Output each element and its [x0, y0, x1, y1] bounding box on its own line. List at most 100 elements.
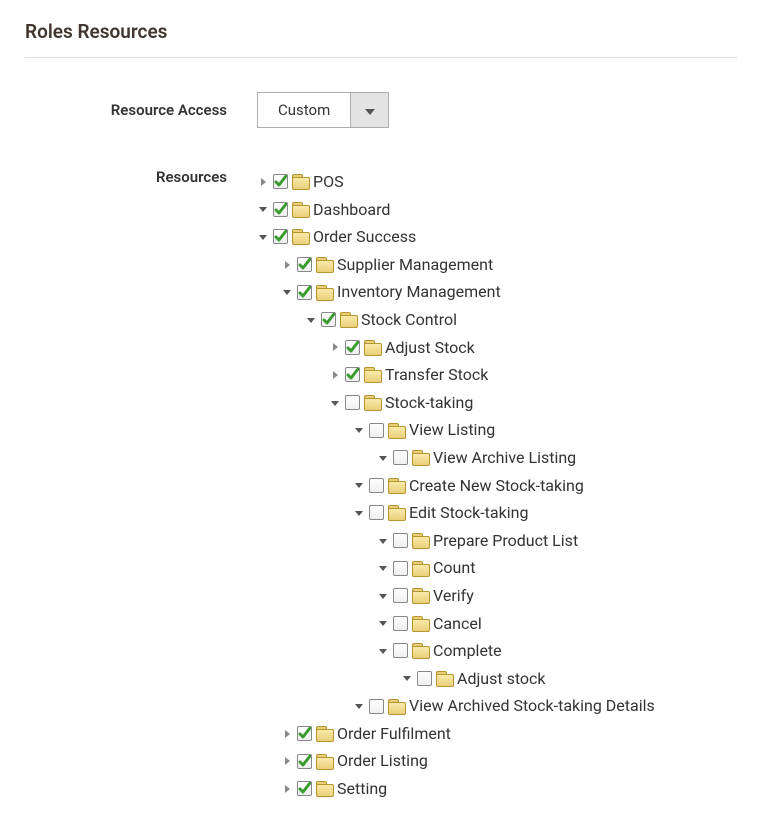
checkbox-prepare-product-list[interactable] [393, 533, 408, 548]
expand-icon[interactable] [281, 755, 293, 767]
checkbox-edit-stocktaking[interactable] [369, 505, 384, 520]
checkbox-verify[interactable] [393, 588, 408, 603]
tree-node-setting: Setting [281, 775, 655, 803]
checkbox-adjust-stock[interactable] [345, 340, 360, 355]
expand-icon[interactable] [329, 369, 341, 381]
folder-icon [316, 257, 333, 272]
checkbox-view-archived-details[interactable] [369, 699, 384, 714]
resource-access-select[interactable]: Custom [257, 92, 389, 128]
collapse-icon[interactable] [353, 424, 365, 436]
collapse-icon[interactable] [377, 535, 389, 547]
tree-node-view-listing: View ListingView Archive Listing [353, 416, 655, 471]
checkbox-stock-control[interactable] [321, 312, 336, 327]
tree-label-cancel[interactable]: Cancel [433, 611, 482, 637]
collapse-icon[interactable] [377, 562, 389, 574]
tree-label-view-listing[interactable]: View Listing [409, 417, 495, 443]
checkbox-dashboard[interactable] [273, 202, 288, 217]
tree-label-transfer-stock[interactable]: Transfer Stock [385, 362, 488, 388]
tree-label-view-archived-details[interactable]: View Archived Stock-taking Details [409, 693, 655, 719]
tree-node-supplier-mgmt: Supplier Management [281, 251, 655, 279]
collapse-icon[interactable] [257, 231, 269, 243]
folder-icon [316, 726, 333, 741]
tree-node-order-success: Order SuccessSupplier ManagementInventor… [257, 223, 655, 802]
checkbox-inventory-mgmt[interactable] [297, 285, 312, 300]
expand-icon[interactable] [281, 728, 293, 740]
folder-icon [412, 533, 429, 548]
tree-label-inventory-mgmt[interactable]: Inventory Management [337, 279, 501, 305]
checkbox-view-listing[interactable] [369, 423, 384, 438]
tree-node-adjust-stock-2: Adjust stock [401, 665, 655, 693]
tree-label-supplier-mgmt[interactable]: Supplier Management [337, 252, 493, 278]
folder-icon [436, 671, 453, 686]
tree-node-cancel: Cancel [377, 610, 655, 638]
collapse-icon[interactable] [353, 479, 365, 491]
checkbox-order-listing[interactable] [297, 754, 312, 769]
collapse-icon[interactable] [329, 397, 341, 409]
tree-node-stock-control: Stock ControlAdjust StockTransfer StockS… [305, 306, 655, 720]
tree-row-stock-taking: Stock-taking [329, 389, 655, 417]
tree-row-inventory-mgmt: Inventory Management [281, 278, 655, 306]
checkbox-count[interactable] [393, 561, 408, 576]
tree-row-transfer-stock: Transfer Stock [329, 361, 655, 389]
folder-icon [412, 561, 429, 576]
tree-row-view-archived-details: View Archived Stock-taking Details [353, 692, 655, 720]
resource-access-row: Resource Access Custom [25, 92, 737, 128]
collapse-icon[interactable] [377, 590, 389, 602]
checkbox-adjust-stock-2[interactable] [417, 671, 432, 686]
folder-icon [364, 340, 381, 355]
collapse-icon[interactable] [377, 452, 389, 464]
checkbox-supplier-mgmt[interactable] [297, 257, 312, 272]
collapse-icon[interactable] [353, 507, 365, 519]
collapse-icon[interactable] [377, 617, 389, 629]
tree-label-order-fulfilment[interactable]: Order Fulfilment [337, 721, 451, 747]
tree-label-count[interactable]: Count [433, 555, 475, 581]
tree-label-stock-taking[interactable]: Stock-taking [385, 390, 473, 416]
checkbox-complete[interactable] [393, 643, 408, 658]
tree-node-complete: CompleteAdjust stock [377, 637, 655, 692]
expand-icon[interactable] [281, 259, 293, 271]
tree-label-order-success[interactable]: Order Success [313, 224, 416, 250]
tree-label-adjust-stock[interactable]: Adjust Stock [385, 335, 475, 361]
checkbox-view-archive-listing[interactable] [393, 450, 408, 465]
tree-label-stock-control[interactable]: Stock Control [361, 307, 457, 333]
tree-node-dashboard: Dashboard [257, 196, 655, 224]
tree-label-adjust-stock-2[interactable]: Adjust stock [457, 666, 546, 692]
tree-row-dashboard: Dashboard [257, 196, 655, 224]
collapse-icon[interactable] [377, 645, 389, 657]
tree-label-setting[interactable]: Setting [337, 776, 387, 802]
tree-node-prepare-product-list: Prepare Product List [377, 527, 655, 555]
tree-row-setting: Setting [281, 775, 655, 803]
tree-label-edit-stocktaking[interactable]: Edit Stock-taking [409, 500, 528, 526]
collapse-icon[interactable] [401, 672, 413, 684]
checkbox-stock-taking[interactable] [345, 395, 360, 410]
resource-access-dropdown-btn[interactable] [350, 93, 388, 127]
tree-label-pos[interactable]: POS [313, 169, 344, 195]
tree-row-order-fulfilment: Order Fulfilment [281, 720, 655, 748]
tree-label-prepare-product-list[interactable]: Prepare Product List [433, 528, 578, 554]
tree-label-dashboard[interactable]: Dashboard [313, 197, 390, 223]
expand-icon[interactable] [329, 341, 341, 353]
expand-icon[interactable] [281, 783, 293, 795]
tree-label-view-archive-listing[interactable]: View Archive Listing [433, 445, 576, 471]
tree-row-create-new-stocktaking: Create New Stock-taking [353, 472, 655, 500]
expand-icon[interactable] [257, 176, 269, 188]
tree-label-create-new-stocktaking[interactable]: Create New Stock-taking [409, 473, 584, 499]
tree-node-view-archive-listing: View Archive Listing [377, 444, 655, 472]
resource-access-label: Resource Access [25, 101, 257, 119]
checkbox-create-new-stocktaking[interactable] [369, 478, 384, 493]
checkbox-cancel[interactable] [393, 616, 408, 631]
collapse-icon[interactable] [281, 286, 293, 298]
checkbox-order-fulfilment[interactable] [297, 726, 312, 741]
collapse-icon[interactable] [257, 203, 269, 215]
checkbox-transfer-stock[interactable] [345, 367, 360, 382]
collapse-icon[interactable] [305, 314, 317, 326]
checkbox-setting[interactable] [297, 781, 312, 796]
tree-node-pos: POS [257, 168, 655, 196]
tree-label-order-listing[interactable]: Order Listing [337, 748, 428, 774]
checkbox-pos[interactable] [273, 174, 288, 189]
tree-label-complete[interactable]: Complete [433, 638, 502, 664]
checkbox-order-success[interactable] [273, 229, 288, 244]
tree-row-complete: Complete [377, 637, 655, 665]
tree-label-verify[interactable]: Verify [433, 583, 474, 609]
collapse-icon[interactable] [353, 700, 365, 712]
